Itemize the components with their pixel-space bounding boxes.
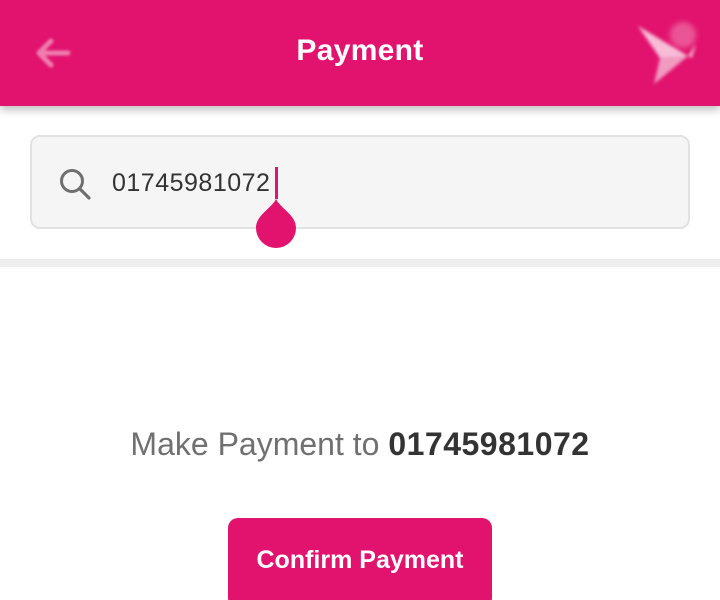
payment-recipient-number: 01745981072 [388,426,590,462]
page-title: Payment [296,34,424,67]
confirm-payment-button[interactable]: Confirm Payment [228,518,492,600]
confirm-payment-label: Confirm Payment [256,546,464,574]
payment-summary: Make Payment to 01745981072 [0,426,720,463]
bkash-bird-logo [630,14,710,94]
search-icon [60,169,91,200]
caret-handle-icon[interactable] [253,195,299,249]
payment-screen: Payment Make Payment to 01745981072 Conf… [0,0,720,600]
search-field[interactable] [30,135,690,248]
search-input[interactable] [112,163,672,203]
logo-dot [670,22,696,48]
section-divider [0,259,720,267]
payment-prefix-label: Make Payment to [130,426,389,462]
app-header: Payment [0,0,720,106]
